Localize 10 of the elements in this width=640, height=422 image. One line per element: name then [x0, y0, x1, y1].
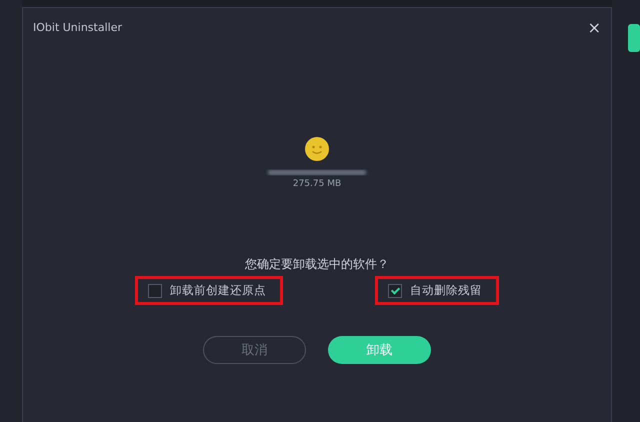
dialog-title: IObit Uninstaller: [33, 20, 122, 34]
checkbox-option[interactable]: 卸载前创建还原点: [135, 276, 283, 305]
tab-icon: [628, 24, 640, 52]
checkbox[interactable]: [388, 284, 402, 298]
smiley-icon: [304, 136, 330, 162]
checkbox-option[interactable]: 自动删除残留: [375, 276, 499, 305]
file-size: 275.75 MB: [292, 179, 342, 189]
checkbox[interactable]: [148, 284, 162, 298]
confirm-question: 您确定要卸载选中的软件？: [245, 256, 389, 273]
close-button[interactable]: ×: [584, 18, 605, 36]
